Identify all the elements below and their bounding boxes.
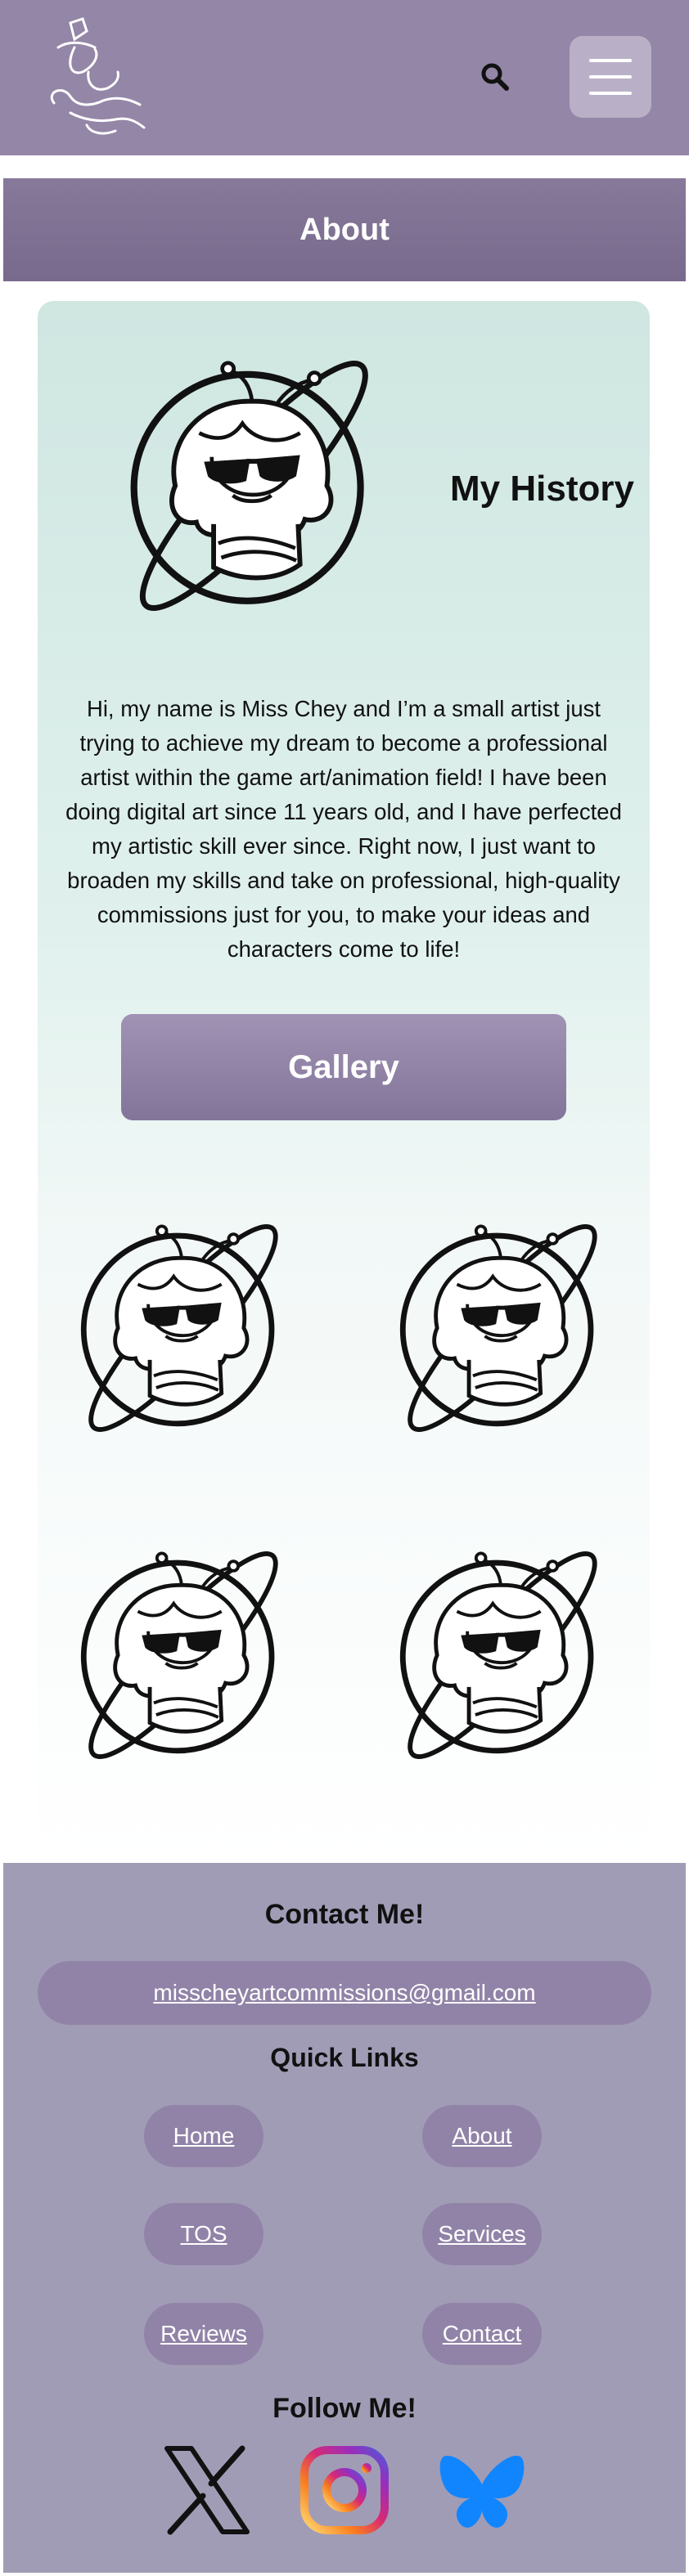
- menu-line: [589, 59, 632, 62]
- artist-avatar-icon: [108, 342, 396, 630]
- site-logo[interactable]: [38, 15, 160, 141]
- gallery-image-1[interactable]: [62, 1209, 301, 1447]
- bluesky-icon[interactable]: [437, 2445, 527, 2535]
- footer-link-reviews[interactable]: Reviews: [144, 2303, 263, 2365]
- history-title: My History: [450, 469, 634, 509]
- contact-heading: Contact Me!: [264, 1899, 425, 1930]
- quick-links-heading: Quick Links: [270, 2043, 419, 2072]
- hamburger-menu-button[interactable]: [570, 36, 651, 118]
- menu-line: [589, 92, 632, 95]
- x-icon[interactable]: [162, 2445, 252, 2535]
- site-footer: Contact Me! misscheyartcommissions@gmail…: [3, 1863, 686, 2573]
- gallery-button[interactable]: Gallery: [121, 1014, 566, 1120]
- gallery-image-3[interactable]: [62, 1536, 301, 1775]
- footer-link-services[interactable]: Services: [422, 2203, 542, 2265]
- menu-line: [589, 75, 632, 79]
- history-text: Hi, my name is Miss Chey and I’m a small…: [65, 696, 622, 962]
- gallery-image-2[interactable]: [381, 1209, 620, 1447]
- search-icon[interactable]: [479, 61, 511, 93]
- footer-link-about[interactable]: About: [422, 2105, 542, 2167]
- page-title: About: [3, 178, 686, 281]
- gallery-image-4[interactable]: [381, 1536, 620, 1775]
- instagram-icon[interactable]: [299, 2445, 390, 2535]
- footer-link-home[interactable]: Home: [144, 2105, 263, 2167]
- site-header: [0, 0, 689, 155]
- email-link[interactable]: misscheyartcommissions@gmail.com: [38, 1961, 651, 2025]
- about-card: My History Hi, my name is Miss Chey and …: [38, 301, 650, 1863]
- footer-link-tos[interactable]: TOS: [144, 2203, 263, 2265]
- footer-link-contact[interactable]: Contact: [422, 2303, 542, 2365]
- follow-heading: Follow Me!: [272, 2393, 417, 2424]
